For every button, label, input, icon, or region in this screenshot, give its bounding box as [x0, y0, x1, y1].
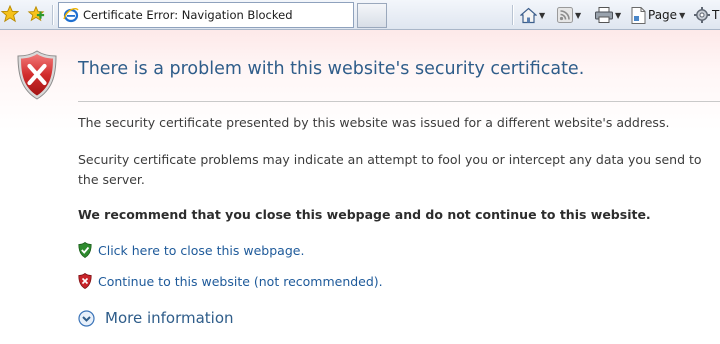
- toolbar-separator: [512, 5, 514, 25]
- more-information-label: More information: [105, 309, 234, 327]
- green-shield-check-icon: [78, 242, 92, 258]
- page-icon: [631, 6, 646, 24]
- tools-menu[interactable]: T: [694, 3, 719, 27]
- tab-certificate-error[interactable]: Certificate Error: Navigation Blocked: [58, 2, 354, 28]
- add-favorites-icon[interactable]: [27, 5, 45, 23]
- internet-explorer-icon: [63, 8, 79, 23]
- expand-chevron-icon: [78, 309, 95, 327]
- title-divider: [78, 101, 720, 102]
- page-menu-label: Page: [648, 8, 678, 22]
- printer-icon: [595, 7, 613, 23]
- home-button[interactable]: ▼: [520, 3, 545, 27]
- continue-website-link[interactable]: Continue to this website (not recommende…: [98, 274, 383, 289]
- page-title: There is a problem with this website's s…: [78, 59, 585, 79]
- security-warning-text: Security certificate problems may indica…: [78, 152, 702, 187]
- more-information-toggle[interactable]: More information: [78, 309, 234, 327]
- chevron-down-icon: ▼: [679, 10, 686, 20]
- tab-title: Certificate Error: Navigation Blocked: [83, 8, 293, 22]
- tools-menu-label: T: [712, 8, 720, 22]
- browser-command-bar: Certificate Error: Navigation Blocked ▼ …: [0, 0, 720, 30]
- red-shield-x-icon: [78, 273, 92, 289]
- favorites-star-icon[interactable]: [1, 5, 19, 23]
- chevron-down-icon[interactable]: ▼: [615, 11, 621, 20]
- new-tab-button[interactable]: [357, 3, 387, 28]
- shield-error-icon: [17, 50, 57, 100]
- toolbar-separator: [52, 5, 54, 25]
- home-icon: [520, 7, 537, 23]
- close-webpage-action: Click here to close this webpage.: [78, 242, 304, 258]
- chevron-down-icon[interactable]: ▼: [575, 11, 581, 20]
- recommendation-text: We recommend that you close this webpage…: [78, 207, 651, 222]
- certificate-mismatch-text: The security certificate presented by th…: [78, 115, 670, 130]
- page-menu[interactable]: Page ▼: [631, 3, 685, 27]
- tools-gear-icon: [694, 7, 710, 23]
- continue-website-action: Continue to this website (not recommende…: [78, 273, 383, 289]
- feeds-button[interactable]: ▼: [557, 3, 581, 27]
- rss-feed-icon: [557, 7, 573, 23]
- close-webpage-link[interactable]: Click here to close this webpage.: [98, 243, 304, 258]
- print-button[interactable]: ▼: [595, 3, 621, 27]
- chevron-down-icon[interactable]: ▼: [539, 11, 545, 20]
